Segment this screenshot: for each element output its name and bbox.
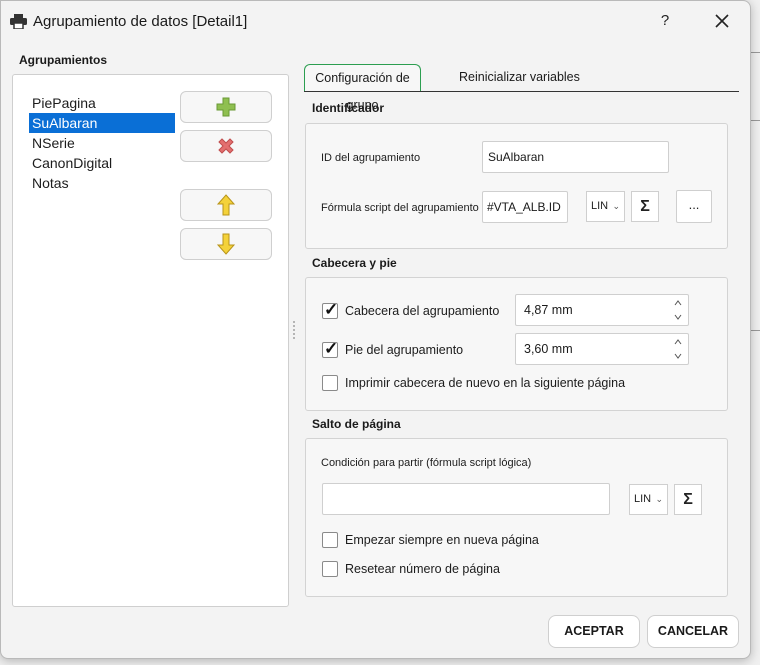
group-id-label: ID del agrupamiento (321, 152, 421, 164)
header-size-value: 4,87 mm (524, 303, 573, 317)
reprint-header-label: Imprimir cabecera de nuevo en la siguien… (345, 376, 626, 390)
window-title: Agrupamiento de datos [Detail1] (33, 13, 248, 30)
new-page-checkbox[interactable] (322, 532, 338, 548)
header-label: Cabecera del agrupamiento (345, 304, 500, 318)
arrow-up-icon (217, 194, 235, 216)
spin-up-icon[interactable] (674, 338, 682, 346)
delete-icon (218, 138, 234, 154)
script-language-select[interactable]: LIN ⌄ (586, 191, 625, 222)
move-up-button[interactable] (180, 189, 272, 221)
new-page-label: Empezar siempre en nueva página (345, 533, 539, 547)
cancel-button[interactable]: CANCELAR (647, 615, 739, 648)
add-group-button[interactable] (180, 91, 272, 123)
splitter-handle[interactable] (293, 321, 295, 341)
groups-panel: PiePagina SuAlbaran NSerie CanonDigital … (12, 74, 289, 607)
list-item[interactable]: NSerie (29, 133, 175, 153)
footer-size-value: 3,60 mm (524, 342, 573, 356)
list-item[interactable]: PiePagina (29, 93, 175, 113)
title-bar: Agrupamiento de datos [Detail1] ? (1, 1, 750, 43)
accept-button[interactable]: ACEPTAR (548, 615, 640, 648)
condition-language-value: LIN (634, 493, 652, 505)
header-checkbox[interactable]: ✓ (322, 300, 339, 319)
close-icon[interactable] (710, 9, 734, 33)
footer-size-spinner[interactable]: 3,60 mm (515, 333, 689, 365)
checkmark-icon: ✓ (324, 300, 339, 319)
footer-label: Pie del agrupamiento (345, 343, 464, 357)
break-condition-label: Condición para partir (fórmula script ló… (321, 457, 532, 469)
grouping-dialog: Agrupamiento de datos [Detail1] ? Agrupa… (0, 0, 751, 659)
chevron-down-icon: ⌄ (655, 494, 663, 504)
condition-sigma-button[interactable]: Σ (674, 484, 702, 515)
script-language-value: LIN (591, 200, 609, 212)
tab-bar: Configuración de grupo Reinicializar var… (304, 64, 739, 112)
spin-up-icon[interactable] (674, 299, 682, 307)
header-size-spinner[interactable]: 4,87 mm (515, 294, 689, 326)
header-footer-group-box: ✓ Cabecera del agrupamiento 4,87 mm ✓ Pi… (305, 277, 728, 411)
help-button[interactable]: ? (654, 9, 676, 33)
reset-page-number-checkbox[interactable] (322, 561, 338, 577)
group-id-input[interactable]: SuAlbaran (482, 141, 669, 173)
more-options-button[interactable]: ... (676, 190, 712, 223)
identifier-group-box: ID del agrupamiento SuAlbaran Fórmula sc… (305, 123, 728, 249)
break-condition-input[interactable] (322, 483, 610, 515)
list-item[interactable]: Notas (29, 173, 175, 193)
arrow-down-icon (217, 233, 235, 255)
printer-icon (10, 14, 27, 29)
group-formula-label: Fórmula script del agrupamiento (321, 202, 479, 214)
group-list[interactable]: PiePagina SuAlbaran NSerie CanonDigital … (29, 93, 175, 193)
header-footer-section-title: Cabecera y pie (312, 256, 397, 270)
add-icon (216, 97, 236, 117)
page-break-section-title: Salto de página (312, 417, 401, 431)
page-break-group-box: Condición para partir (fórmula script ló… (305, 438, 728, 597)
list-item[interactable]: SuAlbaran (29, 113, 175, 133)
delete-group-button[interactable] (180, 130, 272, 162)
condition-language-select[interactable]: LIN ⌄ (629, 484, 668, 515)
sigma-button[interactable]: Σ (631, 191, 659, 222)
list-item[interactable]: CanonDigital (29, 153, 175, 173)
chevron-down-icon: ⌄ (612, 201, 620, 211)
groups-section-label: Agrupamientos (19, 53, 108, 67)
spin-down-icon[interactable] (674, 352, 682, 360)
identifier-section-title: Identificador (312, 101, 385, 115)
move-down-button[interactable] (180, 228, 272, 260)
checkmark-icon: ✓ (324, 339, 339, 358)
group-formula-input[interactable]: #VTA_ALB.ID (482, 191, 568, 223)
tab-reset-variables[interactable]: Reinicializar variables (459, 64, 580, 91)
tab-group-configuration[interactable]: Configuración de grupo (304, 64, 421, 112)
reset-page-number-label: Resetear número de página (345, 562, 500, 576)
spin-down-icon[interactable] (674, 313, 682, 321)
reprint-header-checkbox[interactable] (322, 375, 338, 391)
footer-checkbox[interactable]: ✓ (322, 339, 339, 358)
